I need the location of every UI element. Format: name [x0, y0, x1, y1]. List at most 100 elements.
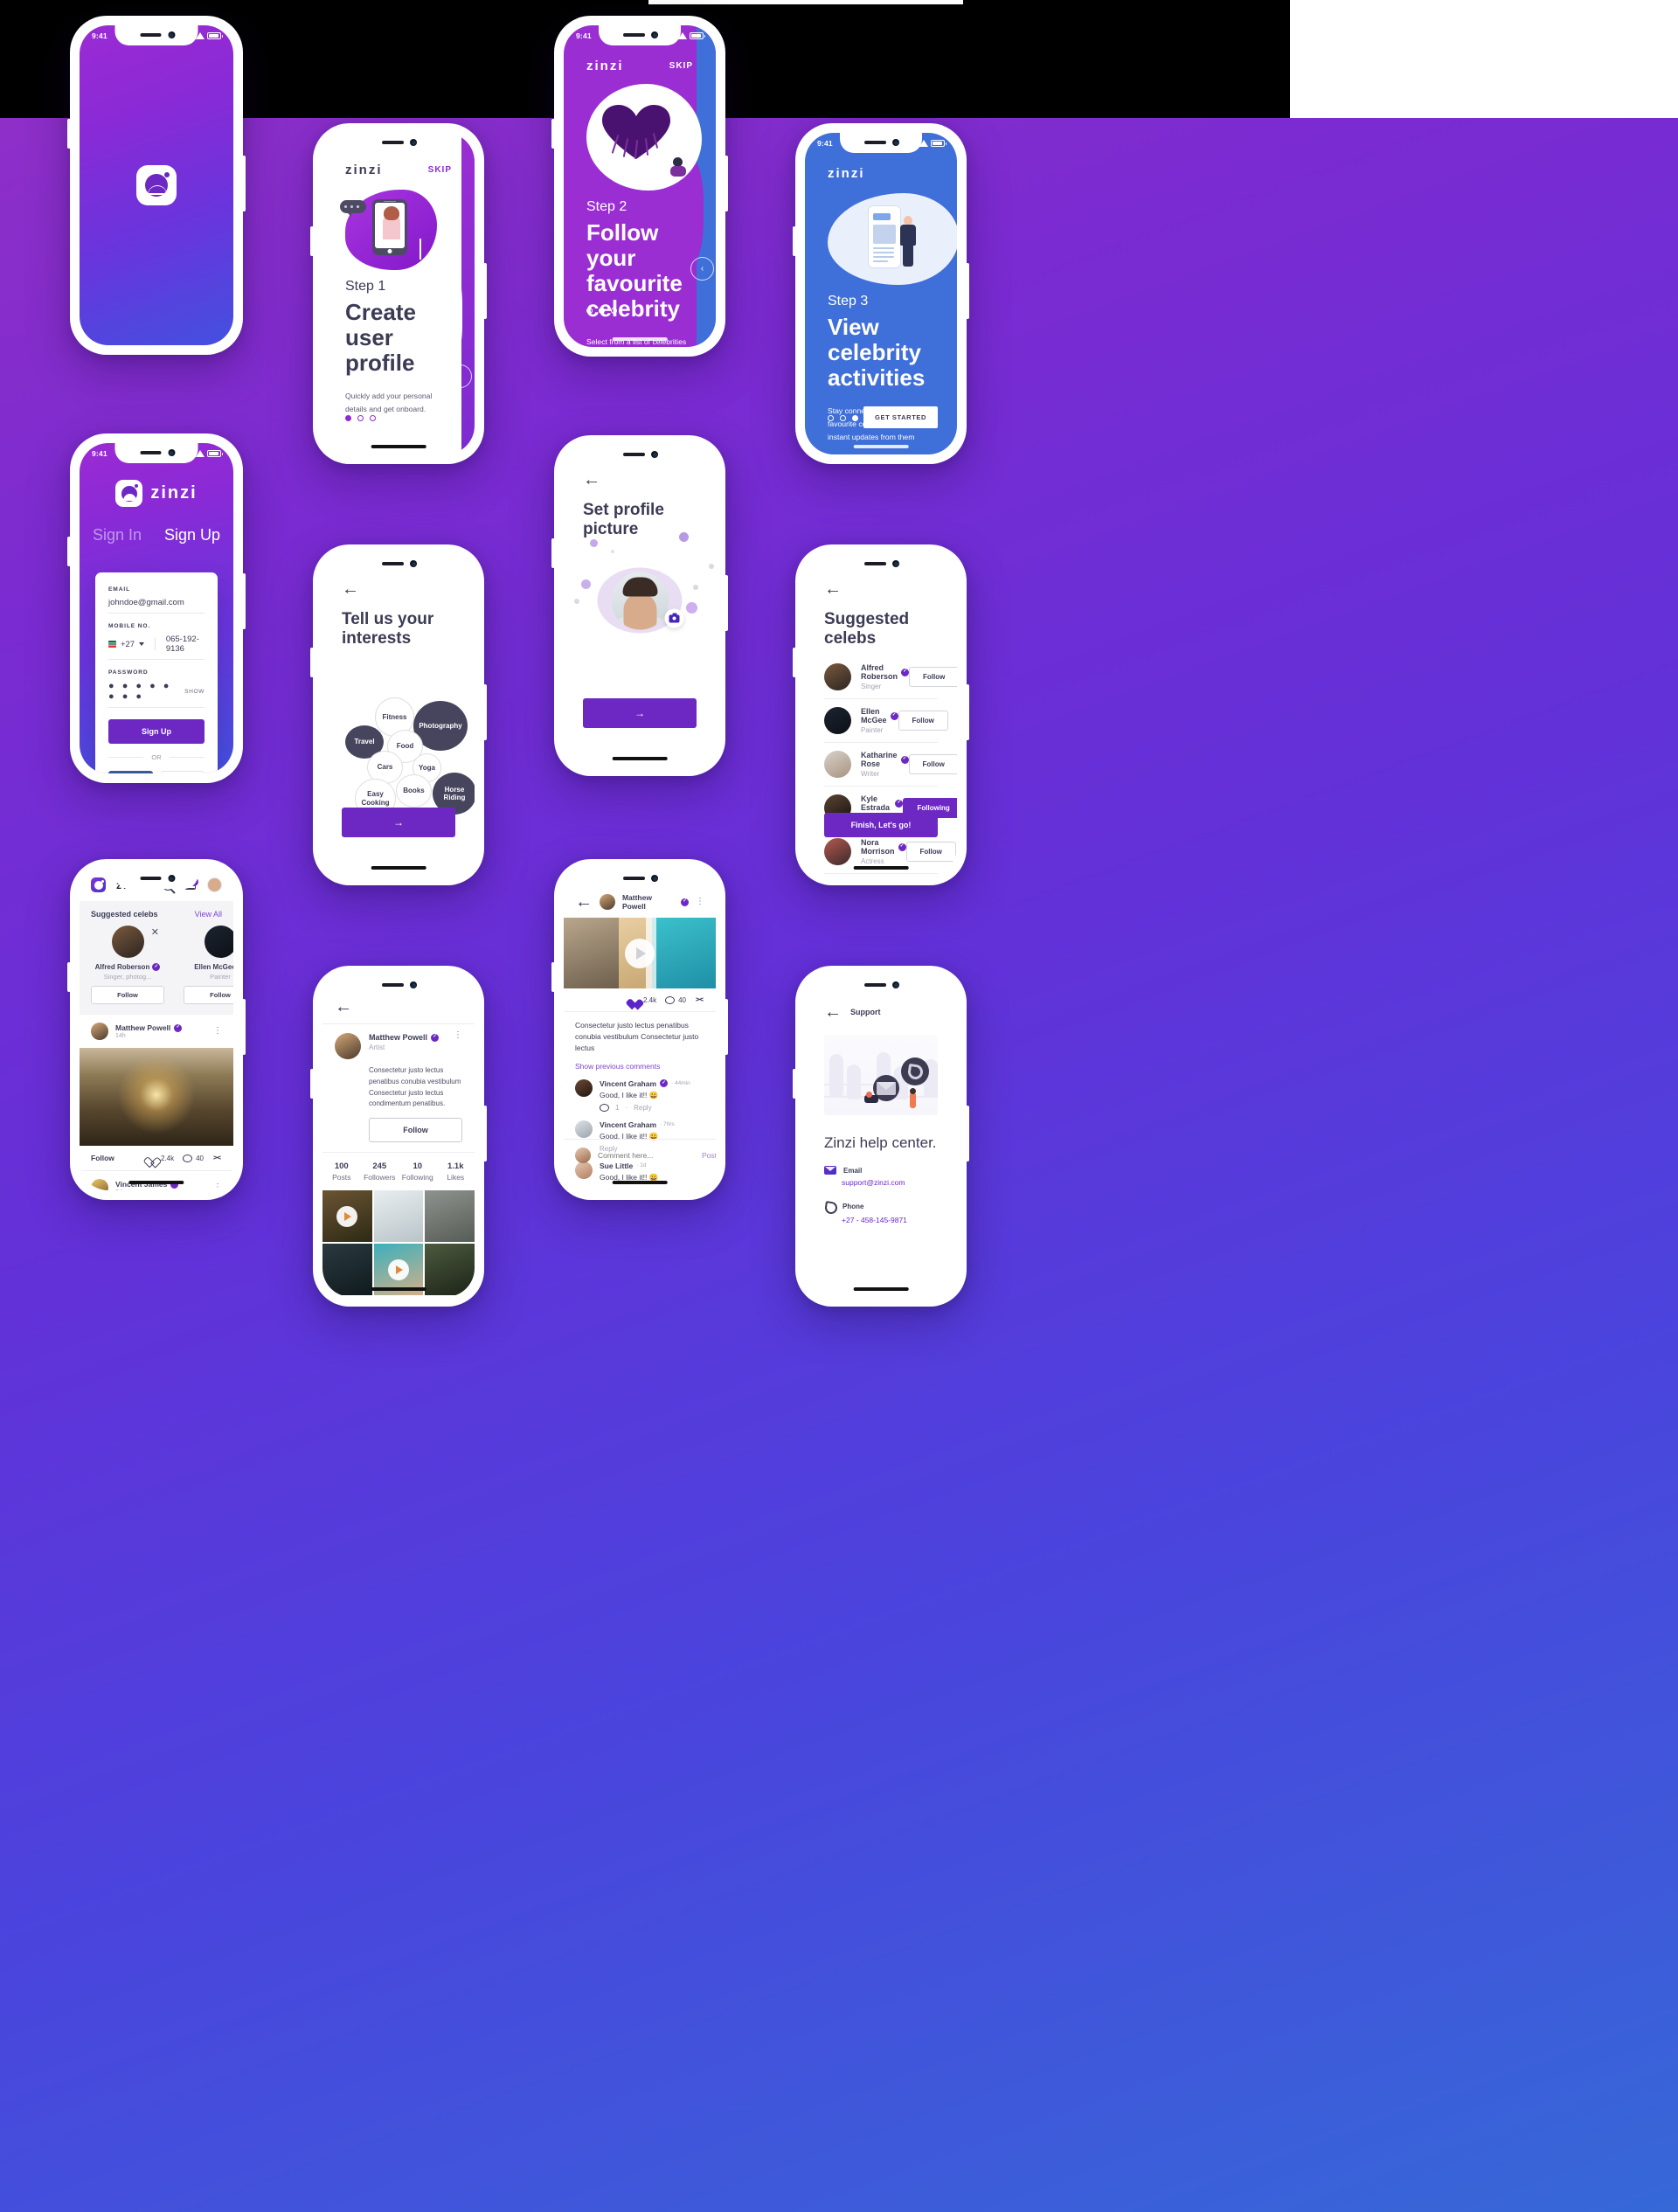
reply-button[interactable]: Reply [634, 1104, 651, 1112]
comment-author[interactable]: Vincent Graham · 7hrs [600, 1120, 704, 1129]
avatar[interactable] [335, 1033, 361, 1059]
interest-bubble[interactable]: Books [396, 774, 432, 808]
avatar[interactable] [824, 838, 851, 865]
avatar[interactable] [597, 567, 684, 634]
next-slide-button[interactable]: ‹ [448, 364, 472, 388]
play-icon[interactable] [625, 938, 655, 968]
avatar[interactable] [824, 663, 851, 690]
avatar[interactable] [575, 1120, 593, 1138]
screen-splash: 9:41 [67, 16, 246, 355]
screen-post-detail: ← Matthew Powell ✓ ⋮ 2.4k 40 Consectetur… [551, 859, 728, 1200]
show-previous-comments-link[interactable]: Show previous comments [575, 1062, 704, 1071]
pagination-dots[interactable] [828, 415, 858, 421]
celeb-role: Actress [861, 857, 884, 865]
back-arrow-icon[interactable]: ← [575, 893, 593, 911]
avatar[interactable] [91, 1179, 108, 1190]
play-icon[interactable] [387, 1259, 409, 1280]
camera-icon[interactable] [664, 608, 684, 628]
skip-button[interactable]: SKIP [669, 61, 693, 71]
celeb-role: Singer, photog... [103, 973, 152, 981]
google-login-button[interactable]: Google [161, 771, 205, 773]
tab-signup[interactable]: Sign Up [164, 526, 220, 544]
avatar[interactable] [207, 877, 222, 892]
home-indicator [853, 866, 909, 870]
back-arrow-icon[interactable]: ← [583, 471, 697, 489]
share-icon[interactable] [212, 1154, 222, 1162]
media-cell[interactable] [322, 1244, 372, 1296]
skip-button[interactable]: SKIP [428, 165, 452, 175]
get-started-button[interactable]: GET STARTED [863, 406, 938, 428]
post-author[interactable]: Matthew Powell ✓ [115, 1023, 183, 1032]
avatar[interactable] [600, 894, 615, 910]
facebook-login-button[interactable]: f facebook [108, 771, 154, 773]
show-password-button[interactable]: SHOW [184, 689, 205, 695]
finish-button[interactable]: Finish, Let's go! [824, 813, 938, 837]
comment-author[interactable]: Vincent Graham ✓ · 44min [600, 1079, 704, 1088]
back-arrow-icon[interactable]: ← [824, 580, 938, 598]
back-arrow-icon[interactable]: ← [342, 580, 455, 598]
post-image[interactable] [80, 1048, 233, 1146]
avatar[interactable] [575, 1078, 593, 1097]
phone-value[interactable]: +27 - 458-145-9871 [842, 1216, 938, 1224]
pagination-dots[interactable] [345, 415, 376, 421]
profile-menu-icon[interactable]: ⋮ [454, 1031, 462, 1059]
zinzi-app-logo-icon [91, 877, 106, 892]
follow-button[interactable]: Follow [908, 754, 957, 774]
like-count: 2.4k [160, 1154, 175, 1162]
next-slide-button[interactable]: ‹ [690, 257, 714, 281]
play-icon[interactable] [336, 1205, 358, 1227]
avatar[interactable] [824, 707, 851, 734]
follow-button[interactable]: Follow [909, 667, 957, 687]
avatar[interactable] [204, 926, 233, 958]
close-icon[interactable]: ✕ [151, 928, 159, 938]
post-author[interactable]: Matthew Powell ✓ [622, 893, 689, 911]
follow-button[interactable]: Follow [184, 986, 233, 1004]
follow-button[interactable]: Follow [91, 986, 164, 1004]
tab-signin[interactable]: Sign In [93, 526, 142, 544]
status-time: 9:41 [92, 31, 107, 40]
avatar[interactable] [111, 926, 144, 958]
post-menu-icon[interactable]: ⋮ [696, 898, 704, 905]
signup-button[interactable]: Sign Up [108, 719, 205, 744]
comment-action[interactable]: 40 [183, 1154, 204, 1162]
pagination-dots[interactable] [586, 308, 617, 314]
post-menu-icon[interactable]: ⋮ [213, 1183, 222, 1190]
post-video[interactable] [564, 918, 716, 988]
follow-button[interactable]: Follow [898, 711, 948, 731]
follow-button[interactable]: Follow [905, 842, 956, 862]
mobile-field-row[interactable]: +27 065-192-9136 [108, 629, 205, 660]
avatar[interactable] [824, 751, 851, 778]
verified-badge-icon: ✓ [900, 755, 909, 764]
comment-input[interactable] [598, 1151, 695, 1160]
email-field[interactable]: johndoe@gmail.com [108, 593, 205, 614]
notch [357, 133, 440, 153]
media-cell[interactable] [322, 1190, 372, 1243]
comment-time: · 7hrs [660, 1121, 675, 1128]
email-value[interactable]: support@zinzi.com [842, 1178, 938, 1187]
illustration-follow-celebrity [586, 84, 702, 191]
comment-action[interactable]: 40 [665, 995, 686, 1004]
next-button[interactable]: → [342, 808, 455, 837]
post-comment-button[interactable]: Post [702, 1151, 716, 1160]
notch [357, 554, 440, 574]
view-all-link[interactable]: View All [195, 910, 222, 919]
back-arrow-icon[interactable]: ← [824, 1003, 842, 1021]
password-field-row[interactable]: ● ● ● ● ● ● ● ● SHOW [108, 676, 205, 708]
media-cell[interactable] [425, 1190, 475, 1243]
follow-button[interactable]: Follow [369, 1118, 462, 1143]
post-menu-icon[interactable]: ⋮ [213, 1027, 222, 1035]
comment-input-bar[interactable]: Post [564, 1139, 716, 1171]
media-cell[interactable] [373, 1190, 424, 1243]
suggested-celeb-card: ✕ Alfred Roberson ✓ Singer, photog... Fol… [91, 926, 164, 1004]
profile-media-grid[interactable] [322, 1190, 475, 1297]
back-arrow-icon[interactable]: ← [335, 998, 462, 1016]
next-button[interactable]: → [583, 698, 697, 728]
share-icon[interactable] [695, 995, 704, 1004]
chevron-down-icon[interactable] [139, 642, 145, 646]
media-cell[interactable] [425, 1244, 475, 1296]
notch [840, 554, 922, 574]
like-action[interactable]: 2.4k [148, 1154, 174, 1162]
follow-button[interactable]: Follow [91, 1154, 114, 1162]
like-action[interactable]: 2.4k [630, 995, 656, 1004]
avatar[interactable] [91, 1023, 108, 1040]
